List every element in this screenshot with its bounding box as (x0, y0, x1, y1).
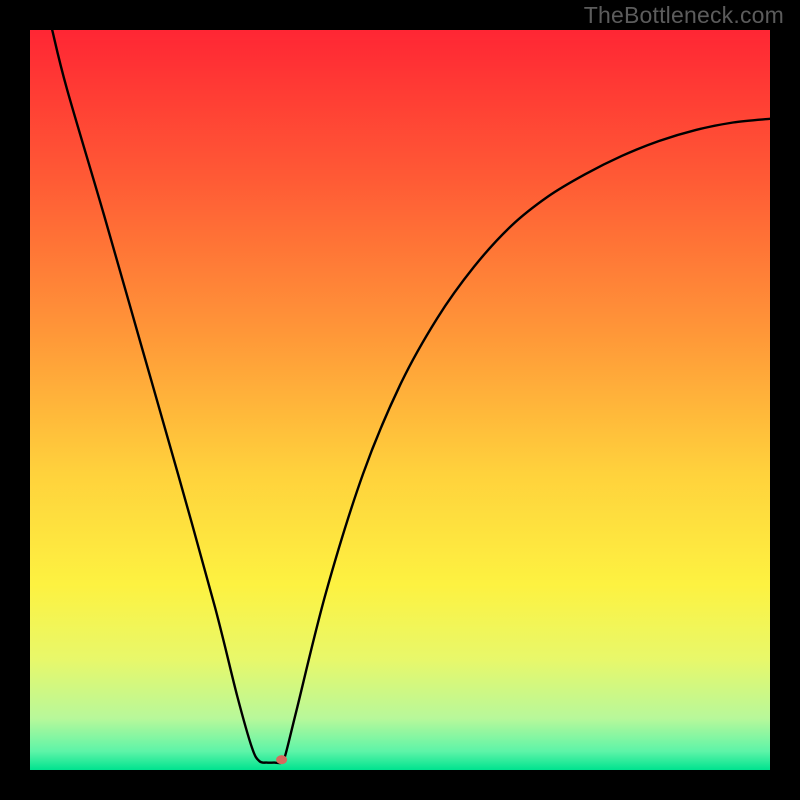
optimum-marker (276, 755, 287, 764)
plot-area (30, 30, 770, 770)
chart-frame: TheBottleneck.com (0, 0, 800, 800)
chart-svg (30, 30, 770, 770)
watermark-text: TheBottleneck.com (584, 2, 784, 29)
